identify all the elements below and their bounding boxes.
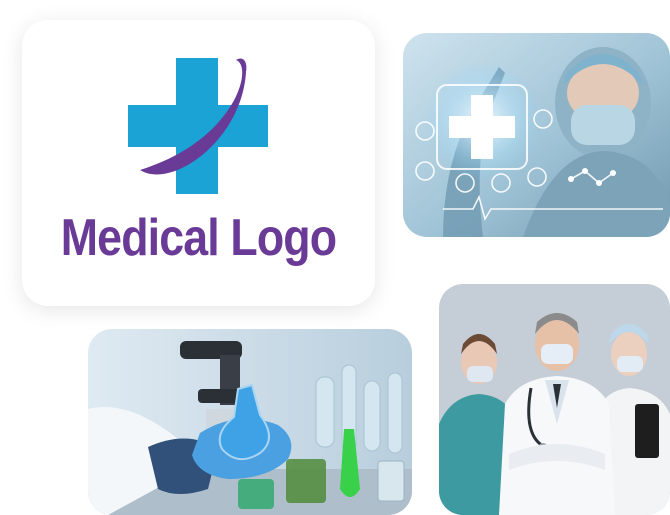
logo-card: Medical Logo (22, 20, 375, 306)
doctor-with-digital-cross-photo (403, 33, 670, 237)
medical-staff-photo (439, 284, 670, 515)
logo-title: Medical Logo (60, 209, 337, 267)
medical-collage: Medical Logo (0, 0, 670, 515)
laboratory-flask-photo (88, 329, 412, 515)
